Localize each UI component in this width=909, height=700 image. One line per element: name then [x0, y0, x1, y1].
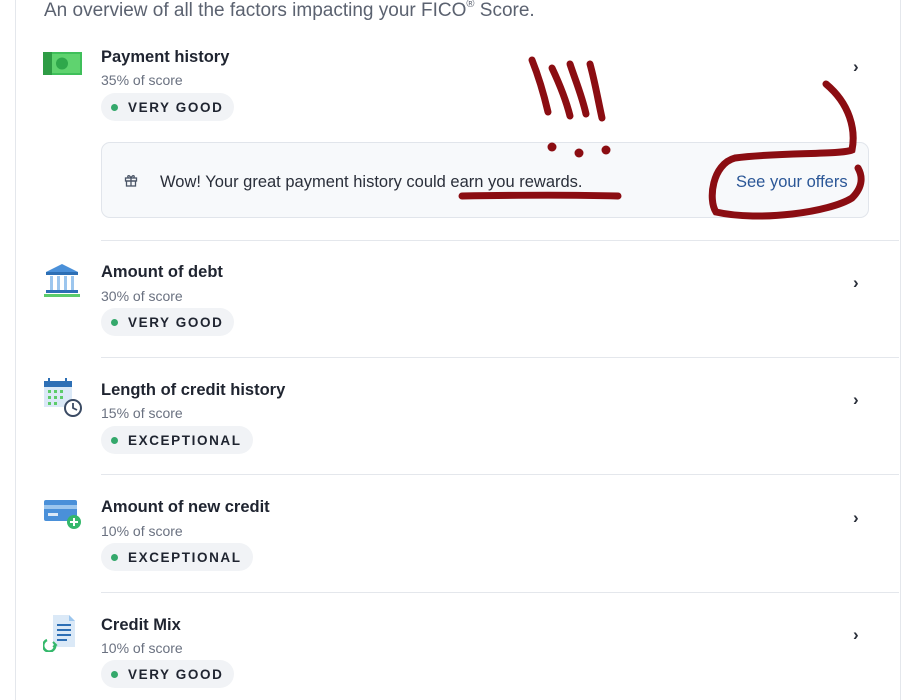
status-label: EXCEPTIONAL: [128, 432, 242, 448]
status-dot: [111, 553, 118, 561]
status-dot: [111, 436, 118, 444]
chevron-right-icon[interactable]: ›: [853, 508, 859, 528]
factor-name: Amount of new credit: [101, 498, 270, 516]
factor-name: Payment history: [101, 48, 230, 66]
factor-weight: 15% of score: [101, 405, 183, 421]
status-label: VERY GOOD: [128, 666, 224, 682]
status-dot: [111, 670, 118, 678]
see-offers-link[interactable]: See your offers: [736, 173, 848, 192]
chevron-right-icon[interactable]: ›: [853, 625, 859, 645]
factor-weight: 30% of score: [101, 288, 183, 304]
factor-weight: 10% of score: [101, 523, 183, 539]
document-mix-icon: [42, 614, 79, 657]
credit-card-plus-icon: [43, 498, 83, 537]
money-bill-icon: [43, 50, 83, 83]
status-badge: VERY GOOD: [101, 308, 235, 336]
rewards-banner: Wow! Your great payment history could ea…: [101, 142, 869, 218]
chevron-right-icon[interactable]: ›: [853, 390, 859, 410]
status-badge: VERY GOOD: [101, 93, 235, 121]
calendar-clock-icon: [43, 378, 83, 423]
divider: [101, 357, 899, 358]
factor-name: Length of credit history: [101, 381, 286, 399]
factor-name: Amount of debt: [101, 263, 223, 281]
status-dot: [111, 103, 118, 111]
status-label: EXCEPTIONAL: [128, 549, 242, 565]
rewards-message: Wow! Your great payment history could ea…: [160, 173, 583, 191]
gift-icon: [124, 173, 138, 192]
status-dot: [111, 318, 118, 326]
status-label: VERY GOOD: [128, 99, 224, 115]
bank-icon: [43, 262, 81, 303]
status-label: VERY GOOD: [128, 314, 224, 330]
status-badge: EXCEPTIONAL: [101, 543, 253, 571]
divider: [101, 474, 899, 475]
divider: [101, 592, 899, 593]
chevron-right-icon[interactable]: ›: [853, 273, 859, 293]
factor-weight: 35% of score: [101, 72, 183, 88]
factor-name: Credit Mix: [101, 616, 181, 634]
factor-weight: 10% of score: [101, 640, 183, 656]
status-badge: VERY GOOD: [101, 660, 235, 688]
divider: [101, 240, 899, 241]
status-badge: EXCEPTIONAL: [101, 426, 253, 454]
chevron-right-icon[interactable]: ›: [853, 57, 859, 77]
page-subtitle: An overview of all the factors impacting…: [44, 0, 535, 21]
